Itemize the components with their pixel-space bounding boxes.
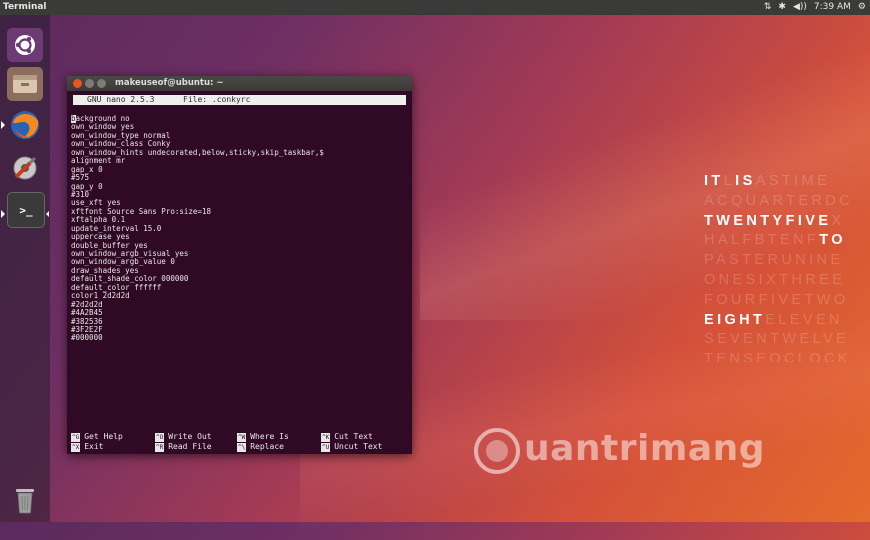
word-clock-row: TWENTYFIVEX	[704, 212, 870, 232]
word-clock-row: ONESIXTHREE	[704, 271, 870, 291]
launcher-item-trash[interactable]	[7, 483, 43, 517]
word-clock-letters: TENSEOCLOCK	[704, 351, 851, 362]
editor-line: gap_y 0	[71, 181, 103, 191]
volume-icon[interactable]: ◀))	[793, 0, 807, 15]
word-clock-row: ACQUARTERDC	[704, 192, 870, 212]
launcher-item-dash[interactable]	[7, 28, 43, 62]
word-clock-lit-word: EIGHT	[704, 311, 766, 328]
settings-icon	[13, 156, 37, 180]
gear-icon[interactable]: ⚙	[858, 0, 866, 15]
editor-line: #310	[71, 189, 90, 199]
nano-version: GNU nano 2.5.3	[87, 95, 155, 104]
launcher: >_	[0, 15, 50, 522]
maximize-button[interactable]	[97, 79, 106, 88]
word-clock-letters: HALFBTENF	[704, 232, 820, 249]
nano-filename: File: .conkyrc	[183, 95, 251, 104]
watermark: uantrimang	[468, 420, 778, 490]
editor-line: #575	[71, 173, 90, 183]
window-titlebar[interactable]: makeuseof@ubuntu: ~	[67, 76, 412, 91]
word-clock-letters: PASTERUNINE	[704, 252, 844, 269]
running-app-indicator	[1, 210, 5, 218]
word-clock-lit-word: IS	[735, 173, 756, 189]
editor-line: #000000	[71, 333, 103, 343]
word-clock-row: FOURFIVETWO	[704, 291, 870, 311]
word-clock-row: EIGHTELEVEN	[704, 311, 870, 331]
word-clock-letters: ONESIXTHREE	[704, 271, 846, 288]
launcher-item-files[interactable]	[7, 67, 43, 101]
indicator-area: ⇅ ✱ ◀)) 7:39 AM ⚙	[764, 0, 866, 15]
terminal-icon: >_	[19, 203, 33, 217]
shortcut-where-is[interactable]: ^W Where Is	[237, 432, 289, 442]
word-clock-letters: ELEVEN	[765, 311, 843, 328]
terminal-window[interactable]: makeuseof@ubuntu: ~ GNU nano 2.5.3 File:…	[67, 76, 412, 454]
word-clock-row: SEVENTWELVE	[704, 330, 870, 350]
trash-icon	[16, 489, 34, 514]
launcher-item-firefox[interactable]	[7, 108, 43, 142]
word-clock-lit-word: IT	[704, 173, 724, 189]
top-panel: Terminal ⇅ ✱ ◀)) 7:39 AM ⚙	[0, 0, 870, 15]
active-app-title: Terminal	[3, 2, 47, 12]
firefox-icon	[11, 111, 39, 139]
nano-header-bar: GNU nano 2.5.3 File: .conkyrc	[73, 95, 406, 105]
word-clock-lit-word: TWENTYFIVE	[704, 212, 832, 229]
word-clock-letters: ASTIME	[755, 173, 831, 189]
editor-line: #2d2d2d	[71, 299, 103, 309]
clock[interactable]: 7:39 AM	[814, 0, 851, 15]
shortcut-cut-text[interactable]: ^K Cut Text	[321, 432, 373, 442]
word-clock-row: PASTERUNINE	[704, 251, 870, 271]
word-clock-lit-word: TO	[819, 232, 846, 249]
focused-app-indicator	[46, 211, 49, 217]
files-icon	[13, 75, 37, 93]
word-clock-letters: SEVENTWELVE	[704, 331, 850, 348]
word-clock-letters: L	[723, 173, 736, 189]
word-clock-row: ITLISASTIME	[704, 172, 870, 192]
editor-line: #4A2B45	[71, 308, 103, 318]
editor-line: color1 2d2d2d	[71, 291, 130, 301]
ubuntu-logo-icon	[15, 35, 35, 55]
editor-line: gap_x 0	[71, 164, 103, 174]
watermark-text: uantrimang	[524, 428, 766, 469]
shortcut-exit[interactable]: ^X Exit	[71, 442, 104, 452]
word-clock-letters: ACQUARTERDC	[704, 192, 854, 209]
editor-line: #3F2E2F	[71, 324, 103, 334]
word-clock-letters: FOURFIVETWO	[704, 291, 849, 308]
nano-editor-text[interactable]: background no own_window yes own_window_ty…	[71, 115, 411, 415]
shortcut-write-out[interactable]: ^O Write Out	[155, 432, 212, 442]
word-clock-row: TENSEOCLOCK	[704, 350, 870, 362]
bluetooth-icon[interactable]: ✱	[778, 0, 786, 15]
minimize-button[interactable]	[85, 79, 94, 88]
shortcut-read-file[interactable]: ^R Read File	[155, 442, 212, 452]
word-clock-letters: X	[831, 212, 845, 229]
word-clock-row: HALFBTENFTO	[704, 231, 870, 251]
close-button[interactable]	[73, 79, 82, 88]
conky-word-clock: ITLISASTIME ACQUARTERDC TWENTYFIVEX HALFBTE…	[704, 172, 870, 362]
launcher-item-settings[interactable]	[7, 151, 43, 185]
shortcut-get-help[interactable]: ^G Get Help	[71, 432, 123, 442]
nano-shortcut-bar: ^G Get Help ^O Write Out ^W Where Is ^K Cut …	[71, 432, 411, 452]
editor-line: #382536	[71, 316, 103, 326]
launcher-item-terminal[interactable]: >_	[7, 192, 45, 228]
editor-line: alignment mr	[71, 156, 126, 166]
shortcut-uncut-text[interactable]: ^U Uncut Text	[321, 442, 382, 452]
shortcut-replace[interactable]: ^\ Replace	[237, 442, 284, 452]
watermark-logo-icon	[474, 428, 520, 474]
window-title: makeuseof@ubuntu: ~	[115, 78, 224, 88]
network-icon[interactable]: ⇅	[764, 0, 772, 15]
active-app-indicator	[1, 121, 5, 129]
